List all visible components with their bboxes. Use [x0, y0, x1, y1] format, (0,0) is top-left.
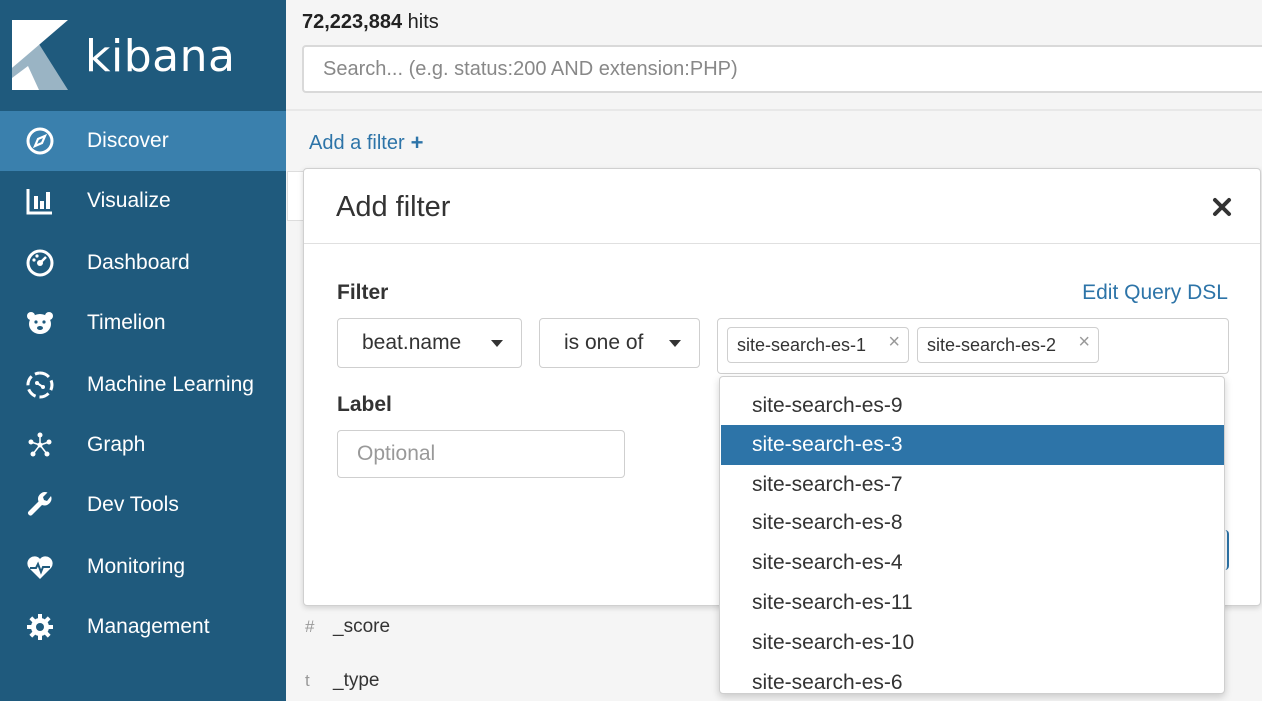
remove-chip-icon[interactable]: ×	[1078, 331, 1090, 354]
gear-icon	[24, 611, 56, 643]
add-filter-link[interactable]: Add a filter +	[309, 130, 423, 156]
sidebar-item-management[interactable]: Management	[0, 597, 286, 657]
field-name: _score	[333, 616, 391, 637]
add-filter-label: Add a filter	[309, 131, 405, 154]
kibana-logo-icon	[12, 20, 68, 90]
plus-icon: +	[410, 130, 424, 155]
dropdown-option[interactable]: site-search-es-6	[721, 663, 1224, 693]
values-combobox[interactable]: site-search-es-1 × site-search-es-2 ×	[717, 318, 1229, 374]
edit-query-dsl-link[interactable]: Edit Query DSL	[1082, 281, 1228, 305]
number-type-icon: #	[305, 617, 315, 636]
compass-icon	[24, 125, 56, 157]
wrench-icon	[24, 489, 56, 521]
label-heading: Label	[337, 393, 392, 416]
value-chip: site-search-es-2 ×	[917, 327, 1099, 363]
sidebar-item-label: Discover	[87, 129, 169, 152]
modal-header: Add filter	[304, 169, 1260, 244]
filter-label: Filter	[337, 281, 389, 304]
machine-learning-icon	[24, 369, 56, 401]
value-chip: site-search-es-1 ×	[727, 327, 909, 363]
dropdown-option[interactable]: site-search-es-4	[721, 543, 1224, 583]
chevron-down-icon	[491, 340, 503, 347]
values-dropdown: site-search-es-9 site-search-es-3 site-s…	[719, 376, 1225, 694]
dropdown-option[interactable]: site-search-es-10	[721, 623, 1224, 663]
sidebar-item-label: Machine Learning	[87, 373, 254, 396]
dropdown-option[interactable]: site-search-es-11	[721, 583, 1224, 623]
dropdown-option[interactable]: site-search-es-8	[721, 503, 1224, 543]
field-select[interactable]: beat.name	[337, 318, 522, 368]
sidebar-item-dev-tools[interactable]: Dev Tools	[0, 475, 286, 535]
sidebar-item-label: Management	[87, 615, 210, 638]
field-name: _type	[333, 670, 380, 691]
bear-icon	[24, 307, 56, 339]
sidebar-item-discover[interactable]: Discover	[0, 111, 286, 171]
search-input[interactable]	[302, 45, 1262, 93]
bar-chart-icon	[24, 185, 56, 217]
chip-label: site-search-es-2	[927, 334, 1057, 355]
sidebar-item-label: Graph	[87, 433, 146, 456]
field-row[interactable]: t _type	[305, 670, 379, 692]
brand-name: kibana	[85, 31, 236, 82]
dropdown-option[interactable]: site-search-es-7	[721, 465, 1224, 505]
modal-title: Add filter	[336, 191, 451, 223]
brand[interactable]: kibana	[0, 0, 286, 111]
sidebar-item-label: Monitoring	[87, 555, 186, 578]
operator-select[interactable]: is one of	[539, 318, 700, 368]
sidebar-item-timelion[interactable]: Timelion	[0, 293, 286, 353]
chevron-down-icon	[669, 340, 681, 347]
sidebar-item-label: Dev Tools	[87, 493, 179, 516]
dropdown-option[interactable]: site-search-es-3	[721, 425, 1224, 465]
sidebar-item-monitoring[interactable]: Monitoring	[0, 537, 286, 597]
chip-label: site-search-es-1	[737, 334, 867, 355]
hits-count: 72,223,884 hits	[302, 11, 439, 34]
field-select-value: beat.name	[362, 331, 462, 354]
close-icon[interactable]	[1208, 193, 1236, 221]
sidebar-item-graph[interactable]: Graph	[0, 415, 286, 475]
sidebar: kibana Discover Visualize Dashboard Time…	[0, 0, 286, 701]
heartbeat-icon	[24, 551, 56, 583]
dropdown-option[interactable]: site-search-es-9	[721, 386, 1224, 426]
hits-suffix: hits	[402, 11, 439, 33]
remove-chip-icon[interactable]: ×	[888, 331, 900, 354]
sidebar-item-dashboard[interactable]: Dashboard	[0, 233, 286, 293]
hits-number: 72,223,884	[302, 11, 403, 33]
string-type-icon: t	[305, 671, 310, 690]
operator-select-value: is one of	[564, 331, 644, 354]
graph-network-icon	[24, 429, 56, 461]
sidebar-item-label: Dashboard	[87, 251, 190, 274]
sidebar-item-visualize[interactable]: Visualize	[0, 171, 286, 231]
label-input[interactable]	[337, 430, 625, 478]
sidebar-item-machine-learning[interactable]: Machine Learning	[0, 355, 286, 415]
sidebar-item-label: Visualize	[87, 189, 171, 212]
field-row[interactable]: # _score	[305, 616, 390, 638]
divider	[286, 109, 1262, 111]
dashboard-gauge-icon	[24, 247, 56, 279]
sidebar-item-label: Timelion	[87, 311, 166, 334]
